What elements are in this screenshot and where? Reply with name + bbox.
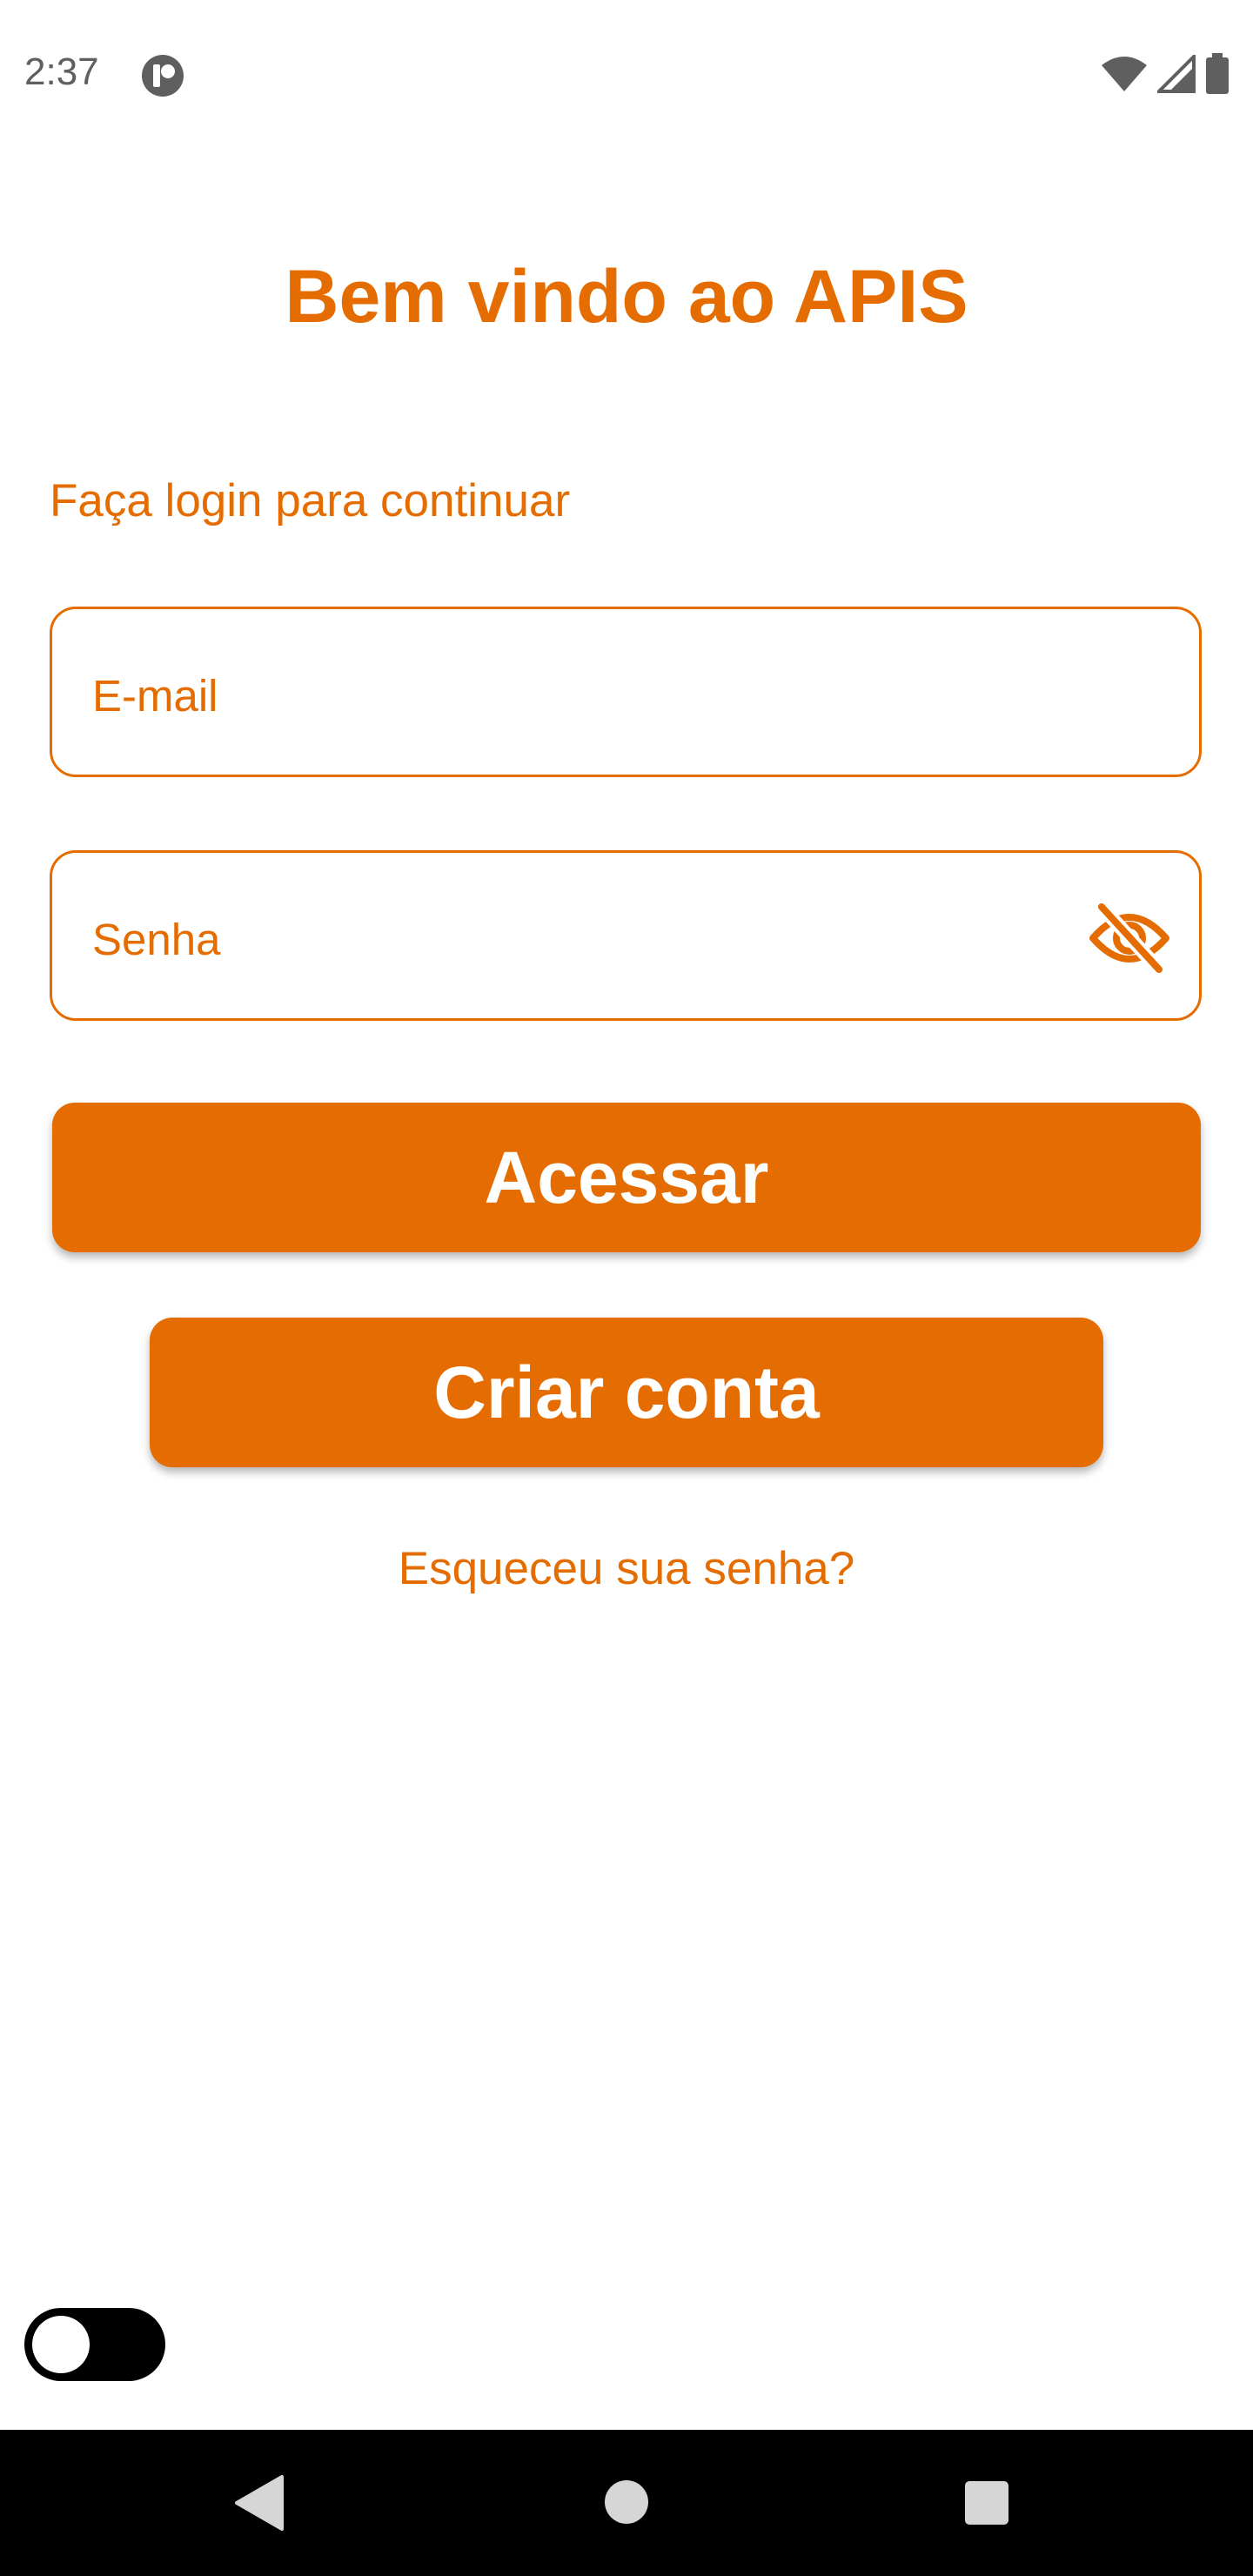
login-subtitle: Faça login para continuar: [50, 475, 571, 527]
wifi-icon: [1102, 57, 1147, 91]
recents-icon[interactable]: [965, 2481, 1008, 2525]
forgot-password-link[interactable]: Esqueceu sua senha?: [0, 1542, 1253, 1595]
create-account-button[interactable]: Criar conta: [150, 1318, 1103, 1467]
navigation-bar: [0, 2430, 1253, 2576]
battery-icon: [1206, 53, 1229, 94]
status-bar: 2:37: [0, 0, 1253, 148]
login-button[interactable]: Acessar: [52, 1103, 1201, 1252]
back-icon[interactable]: [233, 2473, 285, 2532]
password-placeholder: Senha: [92, 915, 221, 964]
password-field[interactable]: Senha: [50, 850, 1202, 1021]
toggle-knob: [32, 2316, 90, 2373]
app-notification-icon: [142, 55, 184, 97]
page-title: Bem vindo ao APIS: [285, 255, 968, 339]
status-icons: [1100, 52, 1230, 96]
email-placeholder: E-mail: [92, 671, 218, 721]
eye-off-icon[interactable]: [1086, 902, 1173, 975]
cellular-signal-icon: [1157, 55, 1196, 93]
home-icon[interactable]: [605, 2480, 648, 2524]
email-field[interactable]: E-mail: [50, 607, 1202, 777]
theme-toggle-switch[interactable]: [24, 2308, 165, 2381]
status-time: 2:37: [24, 50, 99, 93]
login-screen: 2:37 Bem vindo ao APIS Faça login para c…: [0, 0, 1253, 2576]
